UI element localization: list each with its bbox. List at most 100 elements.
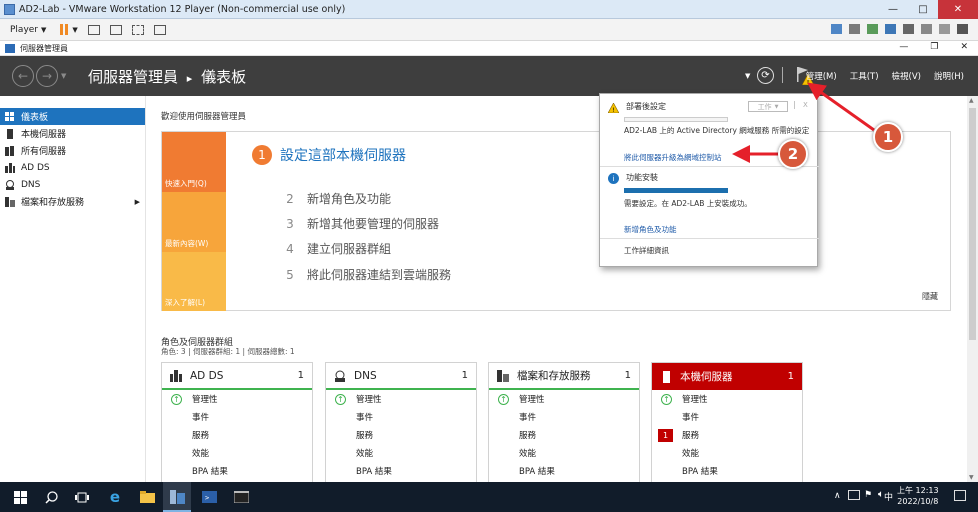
vm-minimize-button[interactable]: — bbox=[878, 0, 908, 19]
show-hidden-icons-icon[interactable]: ∧ bbox=[834, 491, 841, 501]
refresh-icon[interactable]: ⟳ bbox=[757, 67, 774, 84]
sidebar-item-file-storage[interactable]: 檔案和存放服務 ▶ bbox=[0, 193, 145, 210]
device-network-icon[interactable] bbox=[831, 24, 842, 34]
task-view-icon[interactable] bbox=[73, 488, 91, 506]
chevron-down-icon: ▼ bbox=[774, 103, 779, 110]
role-card-adds[interactable]: AD DS 1 ↑ 管理性 事件 服務 效能 BPA 結果 bbox=[161, 362, 313, 487]
card-header[interactable]: AD DS 1 bbox=[162, 363, 312, 390]
card-row-bpa[interactable]: BPA 結果 bbox=[489, 462, 639, 480]
menu-help[interactable]: 說明(H) bbox=[934, 70, 964, 82]
powershell-icon[interactable]: > bbox=[200, 488, 218, 506]
internet-explorer-icon[interactable]: e bbox=[106, 488, 124, 506]
vm-close-button[interactable]: ✕ bbox=[938, 0, 978, 19]
promote-dc-link[interactable]: 將此伺服器升級為網域控制站 bbox=[624, 152, 722, 163]
step-create-group[interactable]: 4 建立伺服器群組 bbox=[281, 240, 391, 257]
search-icon[interactable] bbox=[42, 488, 60, 506]
card-row-manageability[interactable]: ↑ 管理性 bbox=[162, 390, 312, 408]
device-cd-icon[interactable] bbox=[849, 24, 860, 34]
card-row-services[interactable]: 服務 bbox=[489, 426, 639, 444]
fullscreen-icon[interactable] bbox=[131, 24, 144, 35]
sm-close-button[interactable]: ✕ bbox=[960, 42, 968, 52]
card-count: 1 bbox=[624, 370, 631, 381]
file-explorer-icon[interactable] bbox=[138, 488, 156, 506]
device-display-icon[interactable] bbox=[885, 24, 896, 34]
dismiss-button[interactable]: X bbox=[803, 101, 808, 109]
menu-manage[interactable]: 管理(M) bbox=[806, 70, 837, 82]
device-mic-icon[interactable] bbox=[957, 24, 968, 34]
command-prompt-icon[interactable] bbox=[232, 488, 250, 506]
card-row-services[interactable]: 服務 bbox=[326, 426, 476, 444]
device-sound-icon[interactable] bbox=[903, 24, 914, 34]
sidebar-item-label: 檔案和存放服務 bbox=[21, 198, 85, 208]
step-connect-cloud[interactable]: 5 將此伺服器連結到雲端服務 bbox=[281, 266, 451, 283]
chevron-down-icon[interactable]: ▼ bbox=[61, 72, 66, 80]
network-icon[interactable] bbox=[848, 490, 860, 500]
sidebar-item-adds[interactable]: AD DS bbox=[0, 159, 145, 176]
device-hdd-icon[interactable] bbox=[939, 24, 950, 34]
chevron-right-icon[interactable]: ▶ bbox=[135, 198, 140, 206]
device-printer-icon[interactable] bbox=[921, 24, 932, 34]
player-menu-button[interactable]: Player ▼ bbox=[10, 25, 46, 35]
step-configure-local-server[interactable]: 1 設定這部本機伺服器 bbox=[252, 145, 406, 165]
back-arrow-icon[interactable]: ← bbox=[12, 65, 34, 87]
action-center-flag-icon[interactable]: ⚑ bbox=[864, 490, 872, 500]
windows-start-icon[interactable] bbox=[11, 488, 29, 506]
card-header[interactable]: 檔案和存放服務 1 bbox=[489, 363, 639, 390]
hide-link[interactable]: 隱藏 bbox=[922, 291, 938, 302]
device-usb-icon[interactable] bbox=[867, 24, 878, 34]
system-clock[interactable]: 上午 12:13 2022/10/8 bbox=[897, 485, 939, 507]
role-card-local-server[interactable]: 本機伺服器 1 ↑ 管理性 事件 1 服務 效能 BPA 結果 bbox=[651, 362, 803, 487]
role-card-file-storage[interactable]: 檔案和存放服務 1 ↑ 管理性 事件 服務 效能 BPA 結果 bbox=[488, 362, 640, 487]
card-header[interactable]: 本機伺服器 1 bbox=[652, 363, 802, 390]
menu-tools[interactable]: 工具(T) bbox=[850, 70, 879, 82]
card-row-manageability[interactable]: ↑ 管理性 bbox=[489, 390, 639, 408]
card-header[interactable]: DNS 1 bbox=[326, 363, 476, 390]
card-row-services[interactable]: 服務 bbox=[162, 426, 312, 444]
task-dropdown[interactable]: 工作 ▼ bbox=[748, 101, 788, 112]
sidebar-item-all-servers[interactable]: 所有伺服器 bbox=[0, 142, 145, 159]
vm-maximize-button[interactable]: □ bbox=[908, 0, 938, 19]
card-row-performance[interactable]: 效能 bbox=[162, 444, 312, 462]
chevron-down-icon[interactable]: ▼ bbox=[745, 72, 750, 80]
chevron-down-icon[interactable]: ▼ bbox=[72, 26, 77, 34]
card-row-bpa[interactable]: BPA 結果 bbox=[326, 462, 476, 480]
tile-whats-new[interactable]: 最新內容(W) bbox=[162, 192, 226, 252]
sidebar-item-local-server[interactable]: 本機伺服器 bbox=[0, 125, 145, 142]
card-row-events[interactable]: 事件 bbox=[162, 408, 312, 426]
card-row-performance[interactable]: 效能 bbox=[489, 444, 639, 462]
server-manager-taskbar-icon[interactable] bbox=[168, 488, 186, 506]
sm-restore-button[interactable]: ❐ bbox=[930, 42, 938, 52]
task-details-link[interactable]: 工作詳細資訊 bbox=[624, 245, 669, 256]
card-row-events[interactable]: 事件 bbox=[652, 408, 802, 426]
card-row-bpa[interactable]: BPA 結果 bbox=[652, 462, 802, 480]
unity-mode-icon[interactable] bbox=[153, 24, 166, 35]
sm-minimize-button[interactable]: — bbox=[899, 42, 908, 52]
card-row-bpa[interactable]: BPA 結果 bbox=[162, 462, 312, 480]
tile-quick-start[interactable]: 快速入門(Q) bbox=[162, 132, 226, 192]
card-row-manageability[interactable]: ↑ 管理性 bbox=[326, 390, 476, 408]
card-row-performance[interactable]: 效能 bbox=[652, 444, 802, 462]
card-row-manageability[interactable]: ↑ 管理性 bbox=[652, 390, 802, 408]
card-row-performance[interactable]: 效能 bbox=[326, 444, 476, 462]
step-add-roles[interactable]: 2 新增角色及功能 bbox=[281, 190, 391, 207]
menu-view[interactable]: 檢視(V) bbox=[892, 70, 921, 82]
scroll-up-arrow-icon[interactable]: ▲ bbox=[969, 97, 974, 104]
sidebar-item-dashboard[interactable]: 儀表板 bbox=[0, 108, 145, 125]
step-add-servers[interactable]: 3 新增其他要管理的伺服器 bbox=[281, 215, 439, 232]
role-card-dns[interactable]: DNS 1 ↑ 管理性 事件 服務 效能 BPA 結果 bbox=[325, 362, 477, 487]
scroll-down-arrow-icon[interactable]: ▼ bbox=[969, 474, 974, 481]
card-row-events[interactable]: 事件 bbox=[326, 408, 476, 426]
notifications-icon[interactable] bbox=[954, 490, 966, 501]
vertical-scrollbar[interactable]: ▲ ▼ bbox=[967, 96, 978, 482]
card-row-services[interactable]: 1 服務 bbox=[652, 426, 802, 444]
scrollbar-thumb[interactable] bbox=[969, 108, 976, 340]
send-ctrl-alt-del-icon[interactable] bbox=[87, 24, 100, 35]
ime-indicator[interactable]: 中 bbox=[884, 490, 893, 503]
add-roles-link[interactable]: 新增角色及功能 bbox=[624, 224, 677, 235]
forward-arrow-icon[interactable]: → bbox=[36, 65, 58, 87]
card-row-events[interactable]: 事件 bbox=[489, 408, 639, 426]
tile-learn-more[interactable]: 深入了解(L) bbox=[162, 252, 226, 311]
unity-icon[interactable] bbox=[109, 24, 122, 35]
pause-icon[interactable] bbox=[60, 24, 69, 35]
sidebar-item-dns[interactable]: DNS bbox=[0, 176, 145, 193]
